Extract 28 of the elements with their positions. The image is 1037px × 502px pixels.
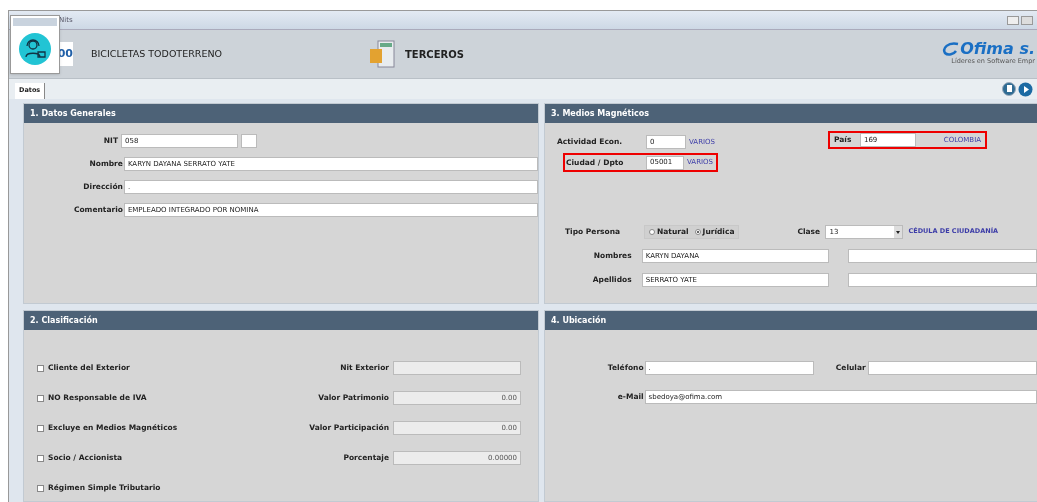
input-field[interactable] (847, 273, 1037, 287)
radio-button[interactable] (694, 229, 701, 235)
checkbox[interactable] (37, 424, 44, 432)
card-title-bar (13, 18, 57, 26)
module-title: TERCEROS (405, 47, 464, 62)
input-field[interactable] (847, 249, 1037, 263)
company-name: BICICLETAS TODOTERRENO (91, 46, 223, 61)
checkbox[interactable] (37, 454, 44, 462)
document-icon[interactable] (1002, 81, 1016, 96)
panel-header: 1. Datos Generales (24, 104, 538, 123)
brand-logo: Ofima s. (960, 41, 1035, 58)
input-field[interactable] (393, 361, 521, 375)
play-button-icon[interactable] (1018, 81, 1033, 97)
restore-button[interactable] (1021, 15, 1033, 25)
radio-button[interactable] (649, 229, 655, 235)
caret-icon (894, 226, 903, 238)
logo-swoosh-icon (942, 42, 961, 57)
panel-header: 2. Clasificación (24, 311, 538, 330)
nit-check-field[interactable] (241, 134, 257, 148)
panel-header: 3. Medios Magnéticos (545, 104, 1037, 123)
support-agent-icon (18, 32, 52, 66)
calculator-icon (369, 40, 397, 68)
minimize-button[interactable] (1007, 15, 1019, 25)
checkbox[interactable] (37, 394, 44, 402)
checkbox[interactable] (37, 484, 44, 492)
input-field[interactable] (867, 361, 1037, 375)
panel-header: 4. Ubicación (545, 311, 1037, 330)
checkbox[interactable] (37, 364, 44, 372)
